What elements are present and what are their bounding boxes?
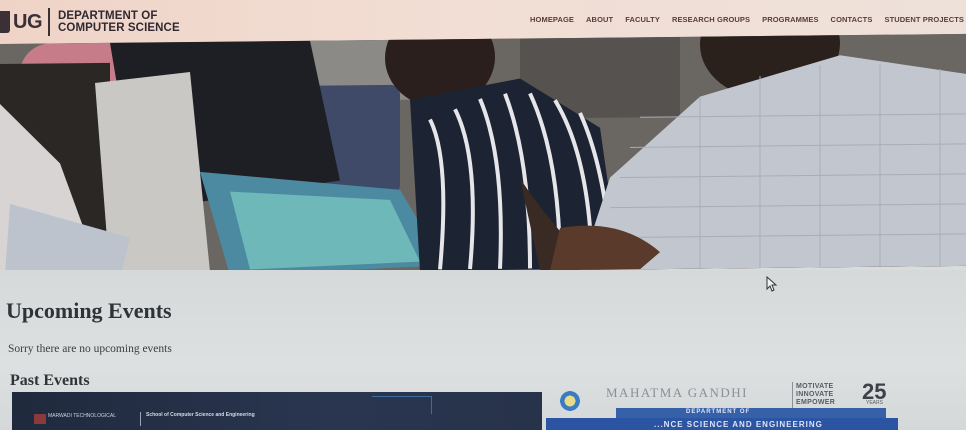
school-banner: ...NCE SCIENCE AND ENGINEERING	[546, 418, 898, 430]
nav-research-groups[interactable]: RESEARCH GROUPS	[672, 15, 750, 24]
school-name: School of Computer Science and Engineeri…	[146, 412, 255, 418]
nav-about[interactable]: ABOUT	[586, 15, 613, 24]
mouse-cursor-icon	[766, 276, 778, 292]
hero-image	[0, 33, 966, 277]
university-emblem-icon	[556, 390, 584, 412]
department-banner: DEPARTMENT OF	[616, 408, 886, 418]
card-divider	[792, 382, 793, 410]
motto: MOTIVATE INNOVATE EMPOWER	[796, 383, 835, 407]
nav-faculty[interactable]: FACULTY	[625, 15, 660, 24]
card-divider	[140, 412, 141, 426]
motto-line: INNOVATE	[796, 391, 834, 398]
department-name-line2: COMPUTER SCIENCE	[58, 22, 180, 34]
past-event-card[interactable]: MARWADI TECHNOLOGICAL School of Computer…	[12, 392, 542, 430]
events-section: Upcoming Events Sorry there are no upcom…	[0, 270, 966, 430]
department-banner-text: DEPARTMENT OF	[686, 409, 751, 415]
institution-logo-icon	[34, 414, 46, 424]
department-name-line1: DEPARTMENT OF	[58, 10, 158, 22]
motto-line: MOTIVATE	[796, 383, 834, 390]
ug-logo-mark-icon	[0, 11, 10, 33]
decorative-line	[372, 396, 432, 414]
past-event-card[interactable]: MAHATMA GANDHI MOTIVATE INNOVATE EMPOWER…	[546, 379, 898, 430]
school-banner-text: ...NCE SCIENCE AND ENGINEERING	[654, 420, 823, 429]
logo-ug-text: UG	[13, 10, 43, 33]
main-nav: HOMEPAGE ABOUT FACULTY RESEARCH GROUPS P…	[530, 15, 964, 24]
hero-illustration	[0, 33, 966, 277]
ug-logo[interactable]: UG DEPARTMENT OF COMPUTER SCIENCE	[0, 8, 180, 36]
no-events-message: Sorry there are no upcoming events	[8, 343, 172, 355]
institution-name: MARWADI TECHNOLOGICAL	[48, 413, 116, 419]
department-name: DEPARTMENT OF COMPUTER SCIENCE	[58, 10, 180, 34]
nav-programmes[interactable]: PROGRAMMES	[762, 15, 818, 24]
nav-contacts[interactable]: CONTACTS	[831, 15, 873, 24]
logo-divider	[48, 8, 50, 36]
nav-student-projects[interactable]: STUDENT PROJECTS	[884, 15, 964, 24]
nav-homepage[interactable]: HOMEPAGE	[530, 15, 574, 24]
past-events-heading: Past Events	[10, 372, 90, 389]
upcoming-events-heading: Upcoming Events	[6, 298, 172, 323]
institution-title: MAHATMA GANDHI	[606, 385, 748, 400]
motto-line: EMPOWER	[796, 399, 836, 406]
anniversary-label: YEARS	[866, 400, 883, 406]
